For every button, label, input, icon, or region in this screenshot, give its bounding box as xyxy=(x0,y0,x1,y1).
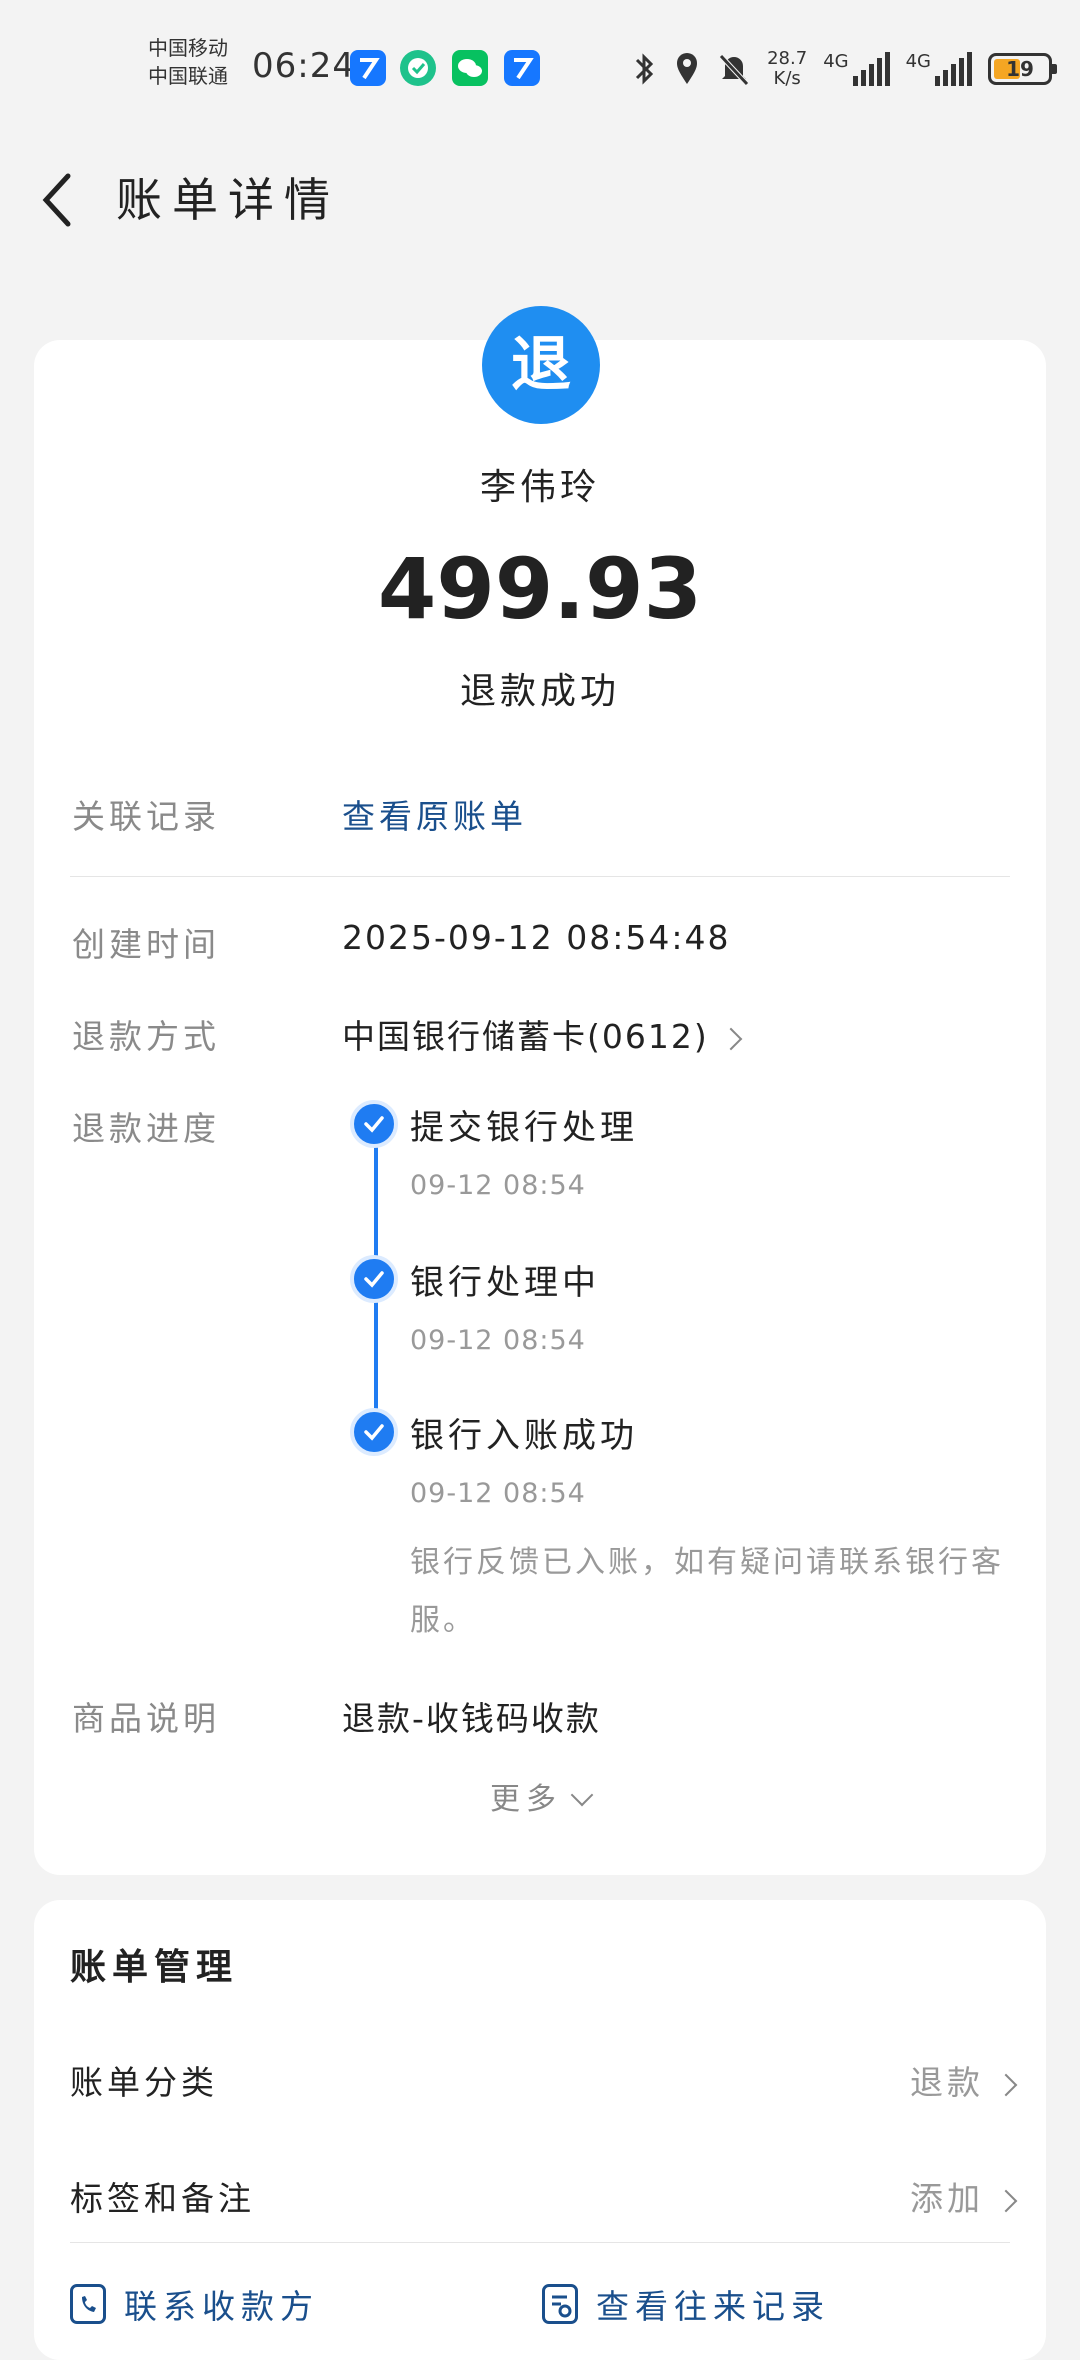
bill-category-label: 账单分类 xyxy=(70,2063,218,2102)
top-bar: 账单详情 xyxy=(0,150,1080,240)
check-shield-icon xyxy=(400,50,436,86)
contact-payee-button[interactable]: 联系收款方 xyxy=(70,2280,319,2328)
view-history-label: 查看往来记录 xyxy=(596,2287,830,2326)
progress-step-3-title: 银行入账成功 xyxy=(410,1416,638,1456)
goods-desc-value: 退款-收钱码收款 xyxy=(342,1699,601,1738)
net-speed-unit: K/s xyxy=(773,68,801,89)
network-type-1: 4G xyxy=(823,51,849,72)
created-time-value: 2025-09-12 08:54:48 xyxy=(342,918,731,957)
bill-category-value: 退款 xyxy=(910,2056,1018,2104)
progress-step-2-title: 银行处理中 xyxy=(410,1263,600,1303)
contact-payee-label: 联系收款方 xyxy=(124,2287,319,2326)
phone-icon xyxy=(70,2284,106,2324)
progress-step-1-title: 提交银行处理 xyxy=(410,1108,638,1148)
check-icon xyxy=(350,1408,398,1456)
status-right: 28.7 K/s 4G 4G 19 xyxy=(631,44,1057,94)
signal-1: 4G xyxy=(823,51,890,86)
chevron-right-icon xyxy=(994,2073,1018,2096)
view-original-bill-link[interactable]: 查看原账单 xyxy=(342,790,527,838)
goods-desc-label: 商品说明 xyxy=(72,1699,220,1738)
net-speed-value: 28.7 xyxy=(767,48,808,69)
chevron-right-icon xyxy=(719,1027,743,1050)
status-text: 退款成功 xyxy=(459,671,620,712)
wechat-icon xyxy=(452,50,488,86)
progress-step-3-time: 09-12 08:54 xyxy=(410,1478,586,1509)
carrier-info: 中国移动 中国联通 xyxy=(148,34,228,90)
divider xyxy=(70,876,1010,877)
net-speed: 28.7 K/s xyxy=(767,49,807,89)
signal-icon xyxy=(852,52,890,86)
battery-level: 19 xyxy=(1006,57,1034,81)
bill-management-card: 账单管理 账单分类 退款 标签和备注 添加 联系收款方 查看往来记录 xyxy=(34,1900,1046,2360)
view-history-button[interactable]: 查看往来记录 xyxy=(542,2280,830,2328)
check-icon xyxy=(350,1100,398,1148)
chevron-right-icon xyxy=(994,2189,1018,2212)
more-label: 更多 xyxy=(490,1782,562,1817)
network-type-2: 4G xyxy=(905,51,931,72)
check-icon xyxy=(350,1255,398,1303)
progress-step-1-time: 09-12 08:54 xyxy=(410,1170,586,1201)
more-button[interactable]: 更多 xyxy=(34,1774,1046,1818)
mute-bell-icon xyxy=(719,54,749,86)
chevron-left-icon xyxy=(42,173,71,227)
payee-name: 李伟玲 xyxy=(479,467,600,508)
alipay-icon xyxy=(504,50,540,86)
related-record-label: 关联记录 xyxy=(72,797,220,836)
location-icon xyxy=(677,53,698,84)
created-time-label: 创建时间 xyxy=(72,925,220,964)
tag-remark-label: 标签和备注 xyxy=(70,2179,255,2218)
divider xyxy=(70,2242,1010,2243)
page-title: 账单详情 xyxy=(116,173,340,227)
refund-method-link[interactable]: 中国银行储蓄卡(0612) xyxy=(342,1010,743,1058)
status-time: 06:24 xyxy=(252,46,355,86)
refund-method-value: 中国银行储蓄卡(0612) xyxy=(342,1017,709,1056)
tag-remark-text: 添加 xyxy=(910,2179,984,2218)
battery-icon: 19 xyxy=(988,53,1057,85)
back-button[interactable] xyxy=(38,162,98,232)
progress-step-2-time: 09-12 08:54 xyxy=(410,1325,586,1356)
section-title: 账单管理 xyxy=(70,1947,239,1988)
signal-icon xyxy=(935,52,972,86)
carrier-2: 中国联通 xyxy=(148,64,228,88)
tag-remark-value: 添加 xyxy=(910,2172,1018,2220)
refund-badge-icon: 退 xyxy=(482,306,600,424)
refund-method-label: 退款方式 xyxy=(72,1017,220,1056)
bluetooth-icon xyxy=(636,53,654,85)
status-bar: 中国移动 中国联通 06:24 28.7 K/s 4G 4G 19 xyxy=(0,0,1080,130)
carrier-1: 中国移动 xyxy=(148,36,228,60)
alipay-icon xyxy=(350,50,386,86)
bill-detail-card: 退 李伟玲 499.93 退款成功 关联记录 查看原账单 创建时间 2025-0… xyxy=(34,306,1046,1875)
amount: 499.93 xyxy=(377,540,703,638)
bill-category-text: 退款 xyxy=(910,2063,984,2102)
record-search-icon xyxy=(542,2284,578,2324)
progress-note: 银行反馈已入账，如有疑问请联系银行客服。 xyxy=(410,1545,1004,1638)
refund-progress-label: 退款进度 xyxy=(72,1109,220,1148)
chevron-down-icon xyxy=(570,1783,594,1807)
signal-2: 4G xyxy=(906,52,972,86)
